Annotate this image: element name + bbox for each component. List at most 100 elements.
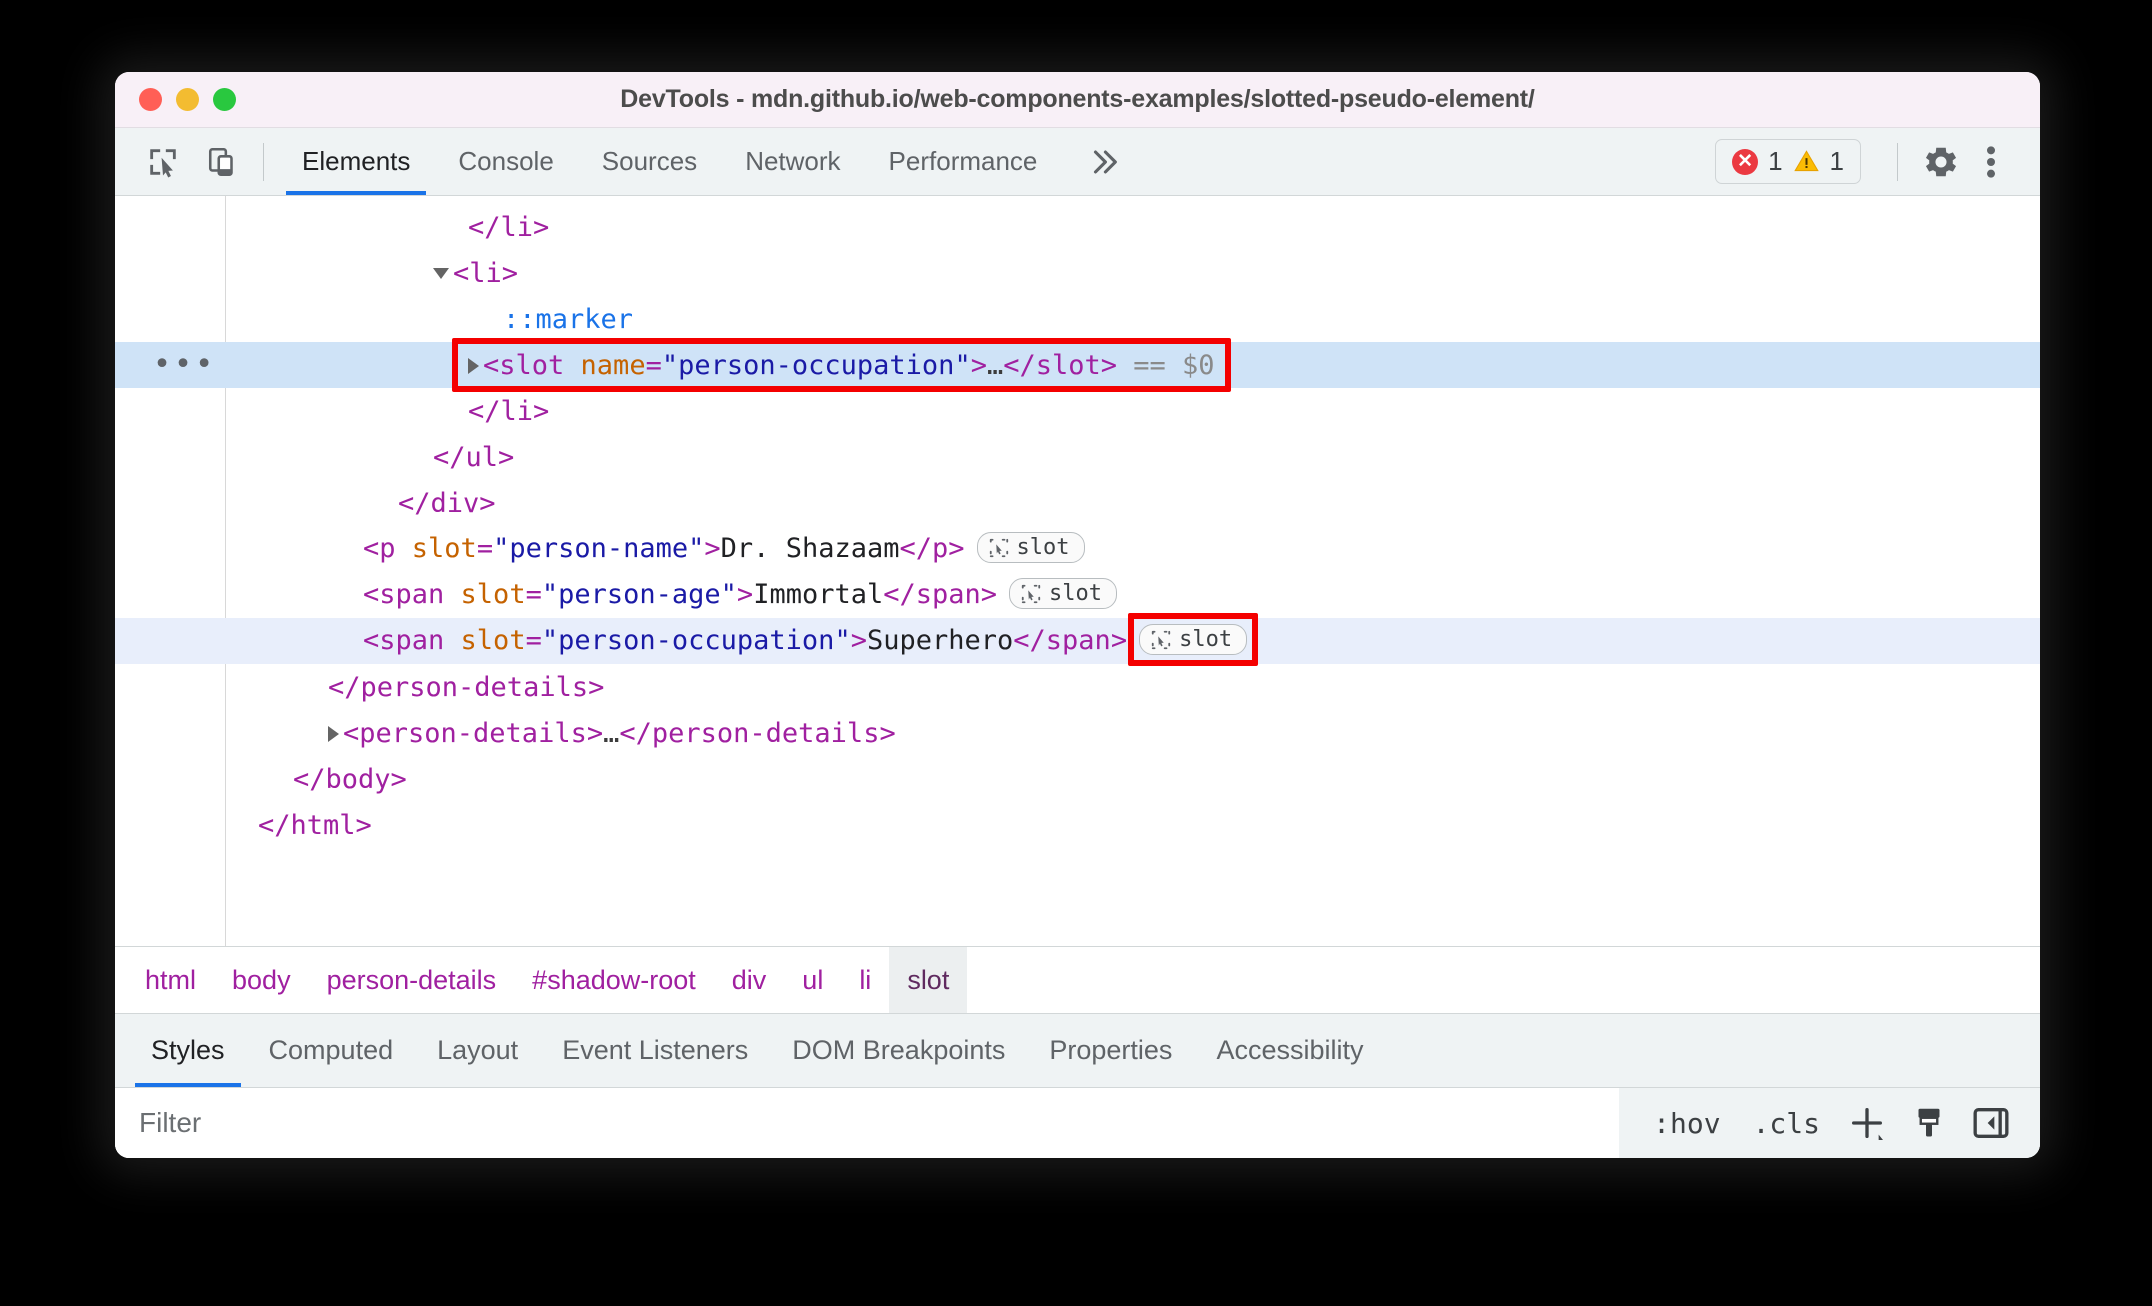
code-segment-tag: </li>: [468, 211, 550, 243]
dom-tree-row[interactable]: </html>: [115, 802, 2040, 848]
gear-icon[interactable]: [1916, 137, 1966, 187]
dom-row-code: <span slot="person-occupation">Superhero…: [363, 624, 1248, 657]
tab-performance[interactable]: Performance: [865, 128, 1062, 195]
dom-tree-row[interactable]: <person-details>…</person-details>: [115, 710, 2040, 756]
slot-badge-label: slot: [1016, 535, 1070, 560]
sidebar-tab-event-listeners[interactable]: Event Listeners: [540, 1014, 770, 1087]
breadcrumb-item-body[interactable]: body: [214, 947, 309, 1013]
filter-input[interactable]: [115, 1088, 1620, 1158]
maximize-window-button[interactable]: [213, 88, 236, 111]
code-segment-tag: =: [525, 625, 542, 656]
tab-performance-label: Performance: [888, 146, 1038, 176]
code-segment-tag: </ul>: [433, 441, 515, 473]
expand-triangle-icon[interactable]: [328, 726, 339, 742]
dom-tree-row[interactable]: <span slot="person-occupation">Superhero…: [115, 618, 2040, 664]
code-segment-tag: </li>: [468, 395, 550, 427]
sidebar-tab-accessibility[interactable]: Accessibility: [1194, 1014, 1385, 1087]
tab-elements[interactable]: Elements: [278, 128, 434, 195]
dom-tree-row[interactable]: </li>: [115, 204, 2040, 250]
dom-tree-row[interactable]: </div>: [115, 480, 2040, 526]
paintbrush-icon[interactable]: [1902, 1096, 1956, 1150]
breadcrumb-item-person-details[interactable]: person-details: [309, 947, 515, 1013]
code-segment-txt: Dr. Shazaam: [720, 533, 900, 564]
breadcrumb-item-li[interactable]: li: [841, 947, 889, 1013]
code-segment-tag: =: [476, 533, 494, 564]
toggle-class-editor-button[interactable]: .cls: [1741, 1107, 1832, 1140]
code-segment-tag: =: [645, 349, 662, 381]
dom-tree-row[interactable]: </ul>: [115, 434, 2040, 480]
dom-tree-row[interactable]: </li>: [115, 388, 2040, 434]
collapse-triangle-icon[interactable]: [433, 267, 449, 279]
breadcrumb-item-html[interactable]: html: [127, 947, 214, 1013]
expand-triangle-icon[interactable]: [468, 358, 479, 374]
tab-sources[interactable]: Sources: [578, 128, 721, 195]
code-segment-attr-name: name: [580, 349, 646, 381]
code-segment-tag: </span>: [1013, 625, 1128, 656]
dom-row-code: <slot name="person-occupation">…</slot> …: [468, 350, 1215, 381]
panel-tabs: Elements Console Sources Network Perform…: [278, 128, 1147, 195]
window-title-bar: DevTools - mdn.github.io/web-components-…: [115, 72, 2040, 128]
code-segment-attr-name: slot: [460, 625, 526, 656]
filter-bar-actions: :hov .cls: [1619, 1088, 2040, 1158]
slot-badge[interactable]: slot: [1139, 624, 1248, 655]
window-title: DevTools - mdn.github.io/web-components-…: [620, 85, 1535, 113]
code-segment-attr-name: slot: [411, 533, 477, 564]
dom-tree-panel[interactable]: </li> <li>::marker ••• <slot name="person-o…: [115, 196, 2040, 946]
tab-network[interactable]: Network: [721, 128, 864, 195]
code-segment-txt: Superhero: [866, 625, 1014, 656]
code-segment-tag: <span: [363, 625, 461, 656]
toolbar-divider-2: [1897, 142, 1898, 181]
dom-tree-row[interactable]: ::marker: [115, 296, 2040, 342]
row-overflow-dots[interactable]: •••: [153, 350, 216, 380]
tab-console[interactable]: Console: [434, 128, 577, 195]
dom-tree-row[interactable]: </person-details>: [115, 664, 2040, 710]
code-segment-ell: …: [986, 349, 1004, 381]
dom-row-code: </div>: [398, 488, 496, 519]
sidebar-tab-computed[interactable]: Computed: [247, 1014, 416, 1087]
code-segment-tag: </p>: [899, 533, 965, 564]
breadcrumb-item-div[interactable]: div: [714, 947, 785, 1013]
toolbar-divider: [263, 142, 264, 181]
dom-tree-row[interactable]: <li>: [115, 250, 2040, 296]
code-segment-attr-name: slot: [460, 579, 526, 610]
dom-row-code: <li>: [433, 258, 518, 289]
issues-counter[interactable]: ✕ 1 1: [1715, 139, 1861, 184]
code-segment-pseudo: ::marker: [503, 303, 634, 335]
dom-tree-row[interactable]: <span slot="person-age">Immortal</span> …: [115, 572, 2040, 618]
collapse-sidebar-icon[interactable]: [1964, 1096, 2018, 1150]
dom-tree-row[interactable]: <p slot="person-name">Dr. Shazaam</p> sl…: [115, 526, 2040, 572]
styles-filter-bar: :hov .cls: [115, 1088, 2040, 1158]
code-segment-tag: >: [970, 349, 987, 381]
dom-tree-row[interactable]: ••• <slot name="person-occupation">…</slo…: [115, 342, 2040, 388]
breadcrumb-item-shadow-root[interactable]: #shadow-root: [514, 947, 714, 1013]
breadcrumb-item-ul[interactable]: ul: [784, 947, 841, 1013]
sidebar-tab-styles[interactable]: Styles: [129, 1014, 247, 1087]
sidebar-tab-layout[interactable]: Layout: [415, 1014, 540, 1087]
close-window-button[interactable]: [139, 88, 162, 111]
device-toolbar-icon[interactable]: [197, 136, 249, 188]
code-segment-attr-val: "person-age": [541, 579, 737, 610]
inspect-element-icon[interactable]: [137, 136, 189, 188]
slot-badge[interactable]: slot: [976, 532, 1085, 563]
code-segment-tag: <li>: [453, 257, 519, 289]
plus-icon[interactable]: [1840, 1096, 1894, 1150]
screenshot-root: DevTools - mdn.github.io/web-components-…: [0, 0, 2152, 1306]
dom-row-code: <person-details>…</person-details>: [328, 718, 896, 749]
toggle-hover-state-button[interactable]: :hov: [1641, 1107, 1732, 1140]
sidebar-tab-dom-breakpoints[interactable]: DOM Breakpoints: [770, 1014, 1027, 1087]
dom-tree-row[interactable]: </body>: [115, 756, 2040, 802]
slot-badge-label: slot: [1179, 627, 1233, 652]
code-segment-txt: Immortal: [753, 579, 884, 610]
toolbar-right-group: ✕ 1 1: [1715, 128, 2040, 195]
breadcrumb-item-slot[interactable]: slot: [889, 947, 968, 1013]
sidebar-tab-properties[interactable]: Properties: [1027, 1014, 1194, 1087]
chevron-double-right-icon[interactable]: [1061, 128, 1147, 195]
minimize-window-button[interactable]: [176, 88, 199, 111]
tab-elements-label: Elements: [302, 146, 411, 176]
code-segment-tag: </div>: [398, 487, 496, 519]
toolbar-left-group: [115, 128, 249, 195]
slot-badge[interactable]: slot: [1009, 578, 1118, 609]
dom-row-code: ::marker: [503, 304, 633, 335]
kebab-menu-icon[interactable]: [1966, 137, 2016, 187]
code-segment-tag: >: [736, 579, 754, 610]
